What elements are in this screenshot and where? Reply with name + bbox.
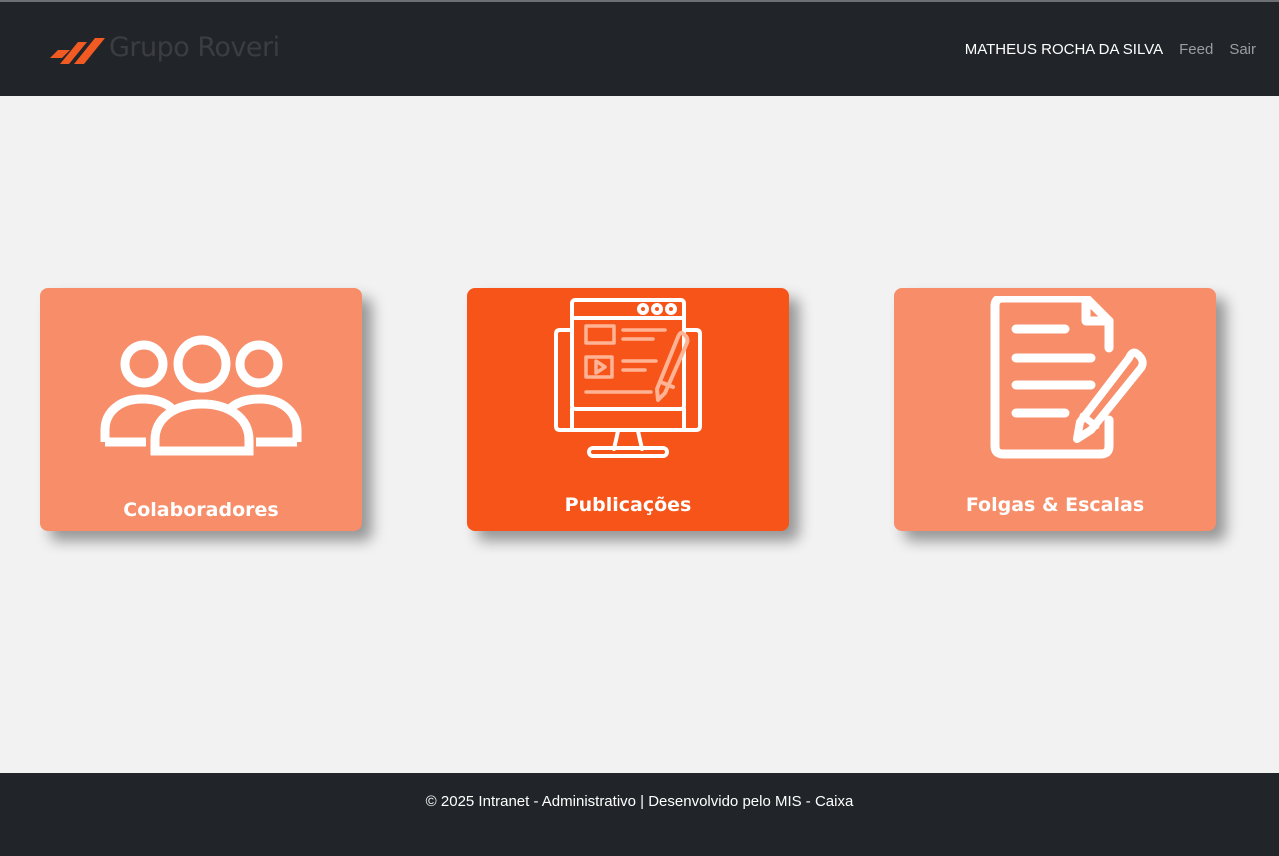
page-footer: © 2025 Intranet - Administrativo | Desen… [0, 773, 1279, 856]
card-publicacoes[interactable]: Publicações [467, 288, 789, 531]
top-navbar: Grupo Roveri MATHEUS ROCHA DA SILVA Feed… [0, 2, 1279, 96]
card-title: Publicações [564, 494, 692, 516]
current-user-name: MATHEUS ROCHA DA SILVA [964, 40, 1164, 58]
feed-link[interactable]: Feed [1179, 41, 1213, 58]
brand-slashes-icon [50, 38, 105, 64]
footer-text: © 2025 Intranet - Administrativo | Desen… [425, 793, 854, 810]
card-title: Colaboradores [123, 499, 279, 521]
document-pencil-icon [990, 296, 1147, 459]
people-group-icon [100, 335, 302, 456]
module-cards: Colaboradores Publicações Folgas & Escal… [40, 288, 1216, 531]
card-title: Folgas & Escalas [965, 494, 1145, 516]
brand-name: Grupo Roveri [109, 31, 280, 63]
logout-link[interactable]: Sair [1229, 41, 1256, 58]
monitor-publication-icon [554, 298, 702, 458]
brand-logo[interactable]: Grupo Roveri [50, 31, 280, 65]
user-nav: MATHEUS ROCHA DA SILVA Feed Sair [965, 41, 1256, 58]
card-colaboradores[interactable]: Colaboradores [40, 288, 362, 531]
card-folgas-escalas[interactable]: Folgas & Escalas [894, 288, 1216, 531]
